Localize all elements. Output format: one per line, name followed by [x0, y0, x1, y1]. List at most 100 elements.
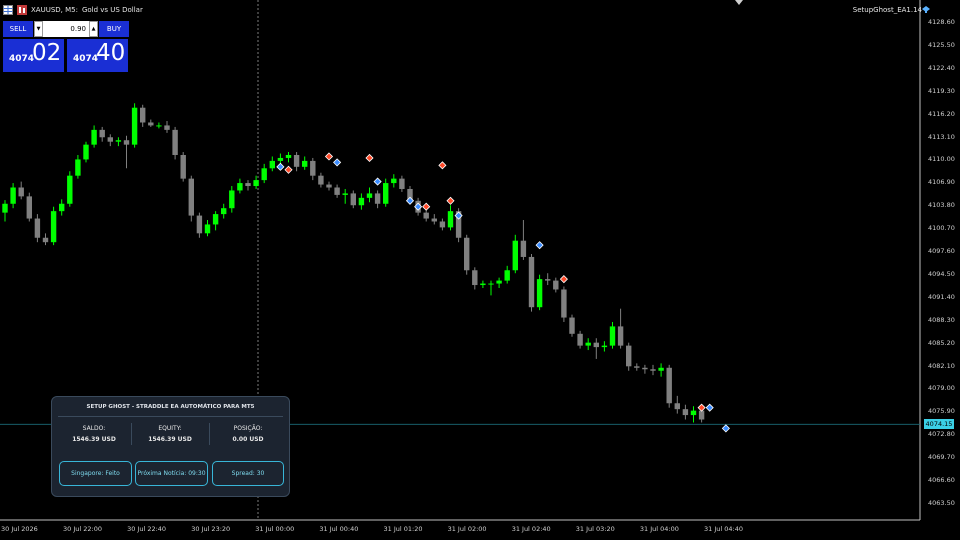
bear-candle[interactable] [34, 218, 41, 238]
bear-candle[interactable] [561, 289, 567, 318]
bull-candle[interactable] [536, 279, 543, 308]
bull-candle[interactable] [131, 107, 138, 145]
sell-button[interactable]: SELL [3, 21, 33, 37]
bear-candle[interactable] [674, 403, 680, 410]
bear-candle[interactable] [553, 280, 559, 290]
bull-candle[interactable] [67, 175, 73, 204]
expert-advisor-hat-icon[interactable] [922, 5, 930, 13]
bear-candle[interactable] [245, 183, 251, 187]
buy-price-box[interactable]: 4074 40 [67, 39, 128, 72]
bull-candle[interactable] [156, 125, 162, 127]
bull-candle[interactable] [302, 160, 308, 167]
bear-candle[interactable] [350, 193, 356, 206]
bear-candle[interactable] [164, 125, 170, 130]
bear-candle[interactable] [626, 345, 632, 367]
bear-candle[interactable] [318, 175, 324, 185]
bull-candle[interactable] [358, 197, 365, 206]
bear-candle[interactable] [107, 137, 113, 142]
bear-candle[interactable] [148, 122, 154, 126]
bull-candle[interactable] [609, 326, 616, 346]
bear-candle[interactable] [196, 215, 203, 234]
bear-candle[interactable] [180, 154, 186, 179]
bull-candle[interactable] [229, 190, 235, 209]
bear-candle[interactable] [642, 367, 648, 370]
bear-candle[interactable] [545, 279, 551, 281]
bear-candle[interactable] [666, 367, 672, 404]
bull-candle[interactable] [237, 183, 243, 191]
bear-candle[interactable] [140, 107, 146, 123]
lot-increase-icon[interactable]: ▲ [89, 21, 98, 37]
bull-candle[interactable] [83, 144, 89, 160]
bear-candle[interactable] [123, 140, 130, 145]
bull-candle[interactable] [658, 367, 664, 371]
bear-candle[interactable] [439, 221, 446, 228]
bear-candle[interactable] [634, 366, 640, 368]
bear-candle[interactable] [99, 129, 105, 138]
buy-button[interactable]: BUY [99, 21, 129, 37]
bear-candle[interactable] [650, 369, 656, 371]
bear-candle[interactable] [593, 342, 599, 348]
bull-candle[interactable] [261, 168, 267, 181]
bull-candle[interactable] [447, 211, 454, 228]
bull-candle[interactable] [383, 183, 389, 204]
lot-size-stepper[interactable]: ▼ ▲ [34, 21, 98, 37]
singapore-session-button[interactable]: Singapore: Feito [59, 461, 132, 486]
candle-type-icon[interactable] [17, 5, 27, 15]
bull-candle[interactable] [601, 345, 608, 348]
bear-candle[interactable] [431, 218, 437, 222]
bear-candle[interactable] [577, 333, 583, 346]
bear-candle[interactable] [374, 193, 381, 204]
bear-candle[interactable] [172, 129, 178, 155]
lot-size-input[interactable] [43, 22, 89, 36]
bull-candle[interactable] [75, 159, 81, 176]
bear-candle[interactable] [682, 409, 689, 416]
bull-candle[interactable] [285, 154, 292, 158]
bull-candle[interactable] [115, 140, 122, 142]
bear-candle[interactable] [528, 256, 535, 308]
bear-candle[interactable] [334, 187, 340, 195]
bull-candle[interactable] [512, 240, 518, 271]
bear-candle[interactable] [399, 178, 405, 189]
spread-button[interactable]: Spread: 30 [212, 461, 284, 486]
bull-candle[interactable] [269, 160, 275, 169]
bull-candle[interactable] [585, 342, 591, 346]
bear-candle[interactable] [188, 178, 194, 216]
bull-candle[interactable] [504, 270, 510, 281]
bull-candle[interactable] [342, 193, 348, 195]
bear-candle[interactable] [326, 184, 332, 188]
sell-price-box[interactable]: 4074 02 [3, 39, 64, 72]
bull-candle[interactable] [212, 214, 219, 225]
bull-candle[interactable] [221, 208, 227, 215]
bull-candle[interactable] [2, 203, 8, 213]
chart-grid-icon[interactable] [3, 5, 13, 15]
lot-decrease-icon[interactable]: ▼ [34, 21, 43, 37]
bull-candle[interactable] [50, 211, 57, 243]
bull-candle[interactable] [391, 178, 397, 184]
bull-candle[interactable] [480, 283, 486, 286]
collapse-arrow-icon[interactable] [735, 0, 743, 6]
bear-candle[interactable] [310, 160, 316, 176]
bear-candle[interactable] [423, 212, 429, 219]
bull-candle[interactable] [277, 157, 284, 161]
bull-candle[interactable] [366, 193, 373, 198]
bear-candle[interactable] [472, 270, 478, 286]
bull-candle[interactable] [253, 180, 259, 187]
bear-candle[interactable] [26, 196, 32, 219]
bull-candle[interactable] [59, 203, 65, 212]
bull-candle[interactable] [488, 283, 494, 285]
bear-candle[interactable] [569, 317, 575, 334]
next-news-button[interactable]: Próxima Notícia: 09:30 [135, 461, 208, 486]
bear-candle[interactable] [42, 237, 49, 243]
expert-advisor-name[interactable]: SetupGhost_EA1.14 [853, 6, 922, 14]
bull-candle[interactable] [690, 410, 697, 416]
bear-candle[interactable] [520, 240, 527, 257]
bull-candle[interactable] [496, 280, 502, 284]
bear-candle[interactable] [698, 410, 705, 420]
bear-candle[interactable] [18, 187, 24, 197]
bull-candle[interactable] [204, 224, 211, 234]
bull-candle[interactable] [10, 187, 16, 204]
bear-candle[interactable] [617, 326, 624, 346]
bull-candle[interactable] [91, 129, 97, 145]
bear-candle[interactable] [293, 154, 300, 167]
bear-candle[interactable] [464, 237, 470, 271]
